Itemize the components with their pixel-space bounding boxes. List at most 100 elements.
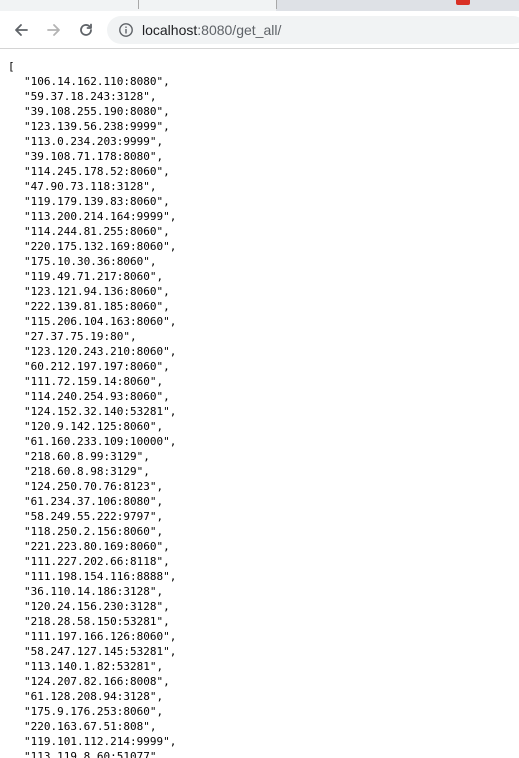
json-array-item: "114.240.254.93:8060", [8,389,519,404]
json-open-bracket: [ [8,60,15,73]
json-array-item: "175.9.176.253:8060", [8,704,519,719]
proxy-address: "175.9.176.253:8060", [24,705,164,718]
proxy-address: "47.90.73.118:3128", [24,180,157,193]
proxy-address: "115.206.104.163:8060", [24,315,177,328]
json-array-item: "58.247.127.145:53281", [8,644,519,659]
json-array-item: "61.128.208.94:3128", [8,689,519,704]
json-array-item: "218.60.8.99:3129", [8,449,519,464]
tab-separator [138,0,139,9]
proxy-address: "58.249.55.222:9797", [24,510,164,523]
proxy-address: "59.37.18.243:3128", [24,90,157,103]
proxy-address: "220.163.67.51:808", [24,720,157,733]
proxy-address: "114.240.254.93:8060", [24,390,170,403]
reload-icon [80,23,92,36]
json-array-item: "123.121.94.136:8060", [8,284,519,299]
proxy-address: "111.227.202.66:8118", [24,555,170,568]
json-array-item: "113.0.234.203:9999", [8,134,519,149]
proxy-address: "60.212.197.197:8060", [24,360,170,373]
json-array-item: "113.140.1.82:53281", [8,659,519,674]
proxy-address: "120.9.142.125:8060", [24,420,164,433]
json-array-item: "218.60.8.98:3129", [8,464,519,479]
proxy-address: "124.152.32.140:53281", [24,405,177,418]
proxy-address: "39.108.71.178:8080", [24,150,164,163]
address-bar[interactable]: localhost:8080/get_all/ [107,16,519,44]
reload-button[interactable] [74,18,98,42]
json-array-item: "59.37.18.243:3128", [8,89,519,104]
json-array-item: "222.139.81.185:8060", [8,299,519,314]
arrow-right-icon [47,24,60,36]
proxy-address: "222.139.81.185:8060", [24,300,170,313]
proxy-address: "123.121.94.136:8060", [24,285,170,298]
proxy-address: "113.200.214.164:9999", [24,210,177,223]
json-array-item: "111.227.202.66:8118", [8,554,519,569]
tab-strip [0,0,519,11]
proxy-address: "119.101.112.214:9999", [24,735,177,748]
proxy-address: "218.60.8.98:3129", [24,465,150,478]
json-array-item: "120.9.142.125:8060", [8,419,519,434]
tab-favicon-icon[interactable] [456,0,470,5]
proxy-address: "114.245.178.52:8060", [24,165,170,178]
proxy-address: "113.119.8.60:51077", [24,750,164,758]
json-array-item: "124.250.70.76:8123", [8,479,519,494]
json-array-item: "111.198.154.116:8888", [8,569,519,584]
proxy-address: "36.110.14.186:3128", [24,585,164,598]
json-array-item: "114.245.178.52:8060", [8,164,519,179]
proxy-address: "106.14.162.110:8080", [24,75,170,88]
proxy-address: "61.160.233.109:10000", [24,435,177,448]
json-array-item: "119.179.139.83:8060", [8,194,519,209]
json-array-item: "123.139.56.238:9999", [8,119,519,134]
proxy-address: "111.198.154.116:8888", [24,570,177,583]
proxy-address: "114.244.81.255:8060", [24,225,170,238]
proxy-address: "61.234.37.106:8080", [24,495,164,508]
json-array-item: "113.200.214.164:9999", [8,209,519,224]
forward-button[interactable] [42,18,66,42]
json-array-item: "39.108.71.178:8080", [8,149,519,164]
proxy-address: "175.10.30.36:8060", [24,255,157,268]
json-array-item: "118.250.2.156:8060", [8,524,519,539]
proxy-address: "124.207.82.166:8008", [24,675,170,688]
json-array-item: "220.175.132.169:8060", [8,239,519,254]
proxy-address: "123.139.56.238:9999", [24,120,170,133]
json-array-item: "220.163.67.51:808", [8,719,519,734]
proxy-address: "113.0.234.203:9999", [24,135,164,148]
json-array-item: "218.28.58.150:53281", [8,614,519,629]
proxy-address: "220.175.132.169:8060", [24,240,177,253]
json-array-item: "61.234.37.106:8080", [8,494,519,509]
json-array-item: "120.24.156.230:3128", [8,599,519,614]
proxy-address: "119.49.71.217:8060", [24,270,164,283]
json-array-item: "175.10.30.36:8060", [8,254,519,269]
tab-separator [276,0,277,9]
json-array-item: "123.120.243.210:8060", [8,344,519,359]
json-array-item: "119.101.112.214:9999", [8,734,519,749]
proxy-address: "61.128.208.94:3128", [24,690,164,703]
proxy-address: "124.250.70.76:8123", [24,480,164,493]
proxy-address: "218.28.58.150:53281", [24,615,170,628]
back-button[interactable] [9,18,33,42]
json-array-item: "221.223.80.169:8060", [8,539,519,554]
json-array-item: "111.72.159.14:8060", [8,374,519,389]
proxy-address: "111.72.159.14:8060", [24,375,164,388]
toolbar: localhost:8080/get_all/ [0,11,519,47]
info-icon[interactable] [118,22,134,38]
proxy-address: "27.37.75.19:80", [24,330,137,343]
json-array-item: "36.110.14.186:3128", [8,584,519,599]
proxy-address: "218.60.8.99:3129", [24,450,150,463]
page-content: [ "106.14.162.110:8080", "59.37.18.243:312… [0,49,519,758]
json-array-item: "119.49.71.217:8060", [8,269,519,284]
arrow-left-icon [15,24,28,36]
proxy-address: "119.179.139.83:8060", [24,195,170,208]
json-array-item: "114.244.81.255:8060", [8,224,519,239]
json-array-item: "113.119.8.60:51077", [8,749,519,758]
json-viewer: [ "106.14.162.110:8080", "59.37.18.243:312… [0,49,519,758]
json-array-item: "124.152.32.140:53281", [8,404,519,419]
url-text[interactable]: localhost:8080/get_all/ [142,21,281,39]
proxy-address: "113.140.1.82:53281", [24,660,164,673]
proxy-address: "120.24.156.230:3128", [24,600,170,613]
proxy-address: "39.108.255.190:8080", [24,105,170,118]
browser-chrome: localhost:8080/get_all/ [0,0,519,49]
url-path: :8080/get_all/ [197,22,282,38]
json-array-item: "115.206.104.163:8060", [8,314,519,329]
proxy-address: "221.223.80.169:8060", [24,540,170,553]
json-array-item: "61.160.233.109:10000", [8,434,519,449]
json-array-item: "47.90.73.118:3128", [8,179,519,194]
